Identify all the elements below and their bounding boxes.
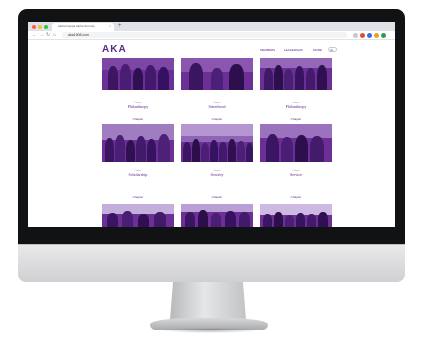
stand-shadow — [160, 328, 260, 333]
photo-caption: Chapter Philanthropy — [102, 102, 174, 109]
monitor-chin — [18, 244, 405, 282]
extension-icon[interactable] — [374, 33, 379, 38]
gallery-photo[interactable] — [181, 204, 253, 227]
gallery-photo[interactable] — [181, 58, 253, 90]
gallery-photo[interactable] — [102, 204, 174, 227]
photo-caption: Chapter Philanthropy — [260, 102, 332, 109]
caption-title[interactable]: Scholarship — [102, 172, 174, 177]
address-bar[interactable]: aka1908.com — [62, 32, 347, 38]
home-icon[interactable]: ⌂ — [53, 32, 56, 39]
extension-icon[interactable] — [353, 33, 358, 38]
row-label: Chapter — [211, 195, 223, 199]
gallery-photo[interactable] — [260, 204, 332, 227]
tab-close-icon[interactable]: × — [109, 24, 111, 28]
nav-more[interactable]: MORE — [313, 48, 322, 52]
browser-toolbar: ← → ↻ ⌂ aka1908.com — [28, 31, 395, 40]
theme-toggle[interactable] — [328, 47, 337, 52]
site-logo[interactable]: AKA — [102, 44, 127, 55]
photo-caption: Chapter Scholarship — [102, 170, 174, 177]
gallery-photo[interactable] — [102, 58, 174, 90]
row-label: Chapter — [132, 117, 144, 121]
gallery-photo[interactable] — [102, 124, 174, 162]
nav-leadership[interactable]: LEADERSHIP — [284, 48, 303, 52]
nav-members[interactable]: MEMBERS — [260, 48, 275, 52]
back-icon[interactable]: ← — [32, 32, 37, 39]
profile-avatar-icon[interactable] — [381, 33, 386, 38]
tab-title: Alpha Kappa Alpha Sorority — [58, 24, 95, 28]
row-label: Chapter — [290, 117, 302, 121]
caption-title[interactable]: Philanthropy — [260, 104, 332, 109]
caption-title[interactable]: Sorority — [181, 172, 253, 177]
maximize-window-icon[interactable] — [44, 25, 48, 29]
url-text: aka1908.com — [68, 33, 90, 37]
extension-icon[interactable] — [367, 33, 372, 38]
gallery-photo[interactable] — [260, 124, 332, 162]
row-label: Chapter — [290, 195, 302, 199]
photo-caption: Chapter Service — [260, 170, 332, 177]
caption-title[interactable]: Philanthropy — [102, 104, 174, 109]
gallery-photo[interactable] — [181, 124, 253, 162]
forward-icon[interactable]: → — [39, 32, 44, 39]
browser-tab[interactable]: Alpha Kappa Alpha Sorority × — [52, 23, 114, 31]
caption-title[interactable]: Service — [260, 172, 332, 177]
row-label: Chapter — [211, 117, 223, 121]
website: AKA MEMBERS LEADERSHIP MORE Chapter Phil… — [28, 40, 395, 227]
reload-icon[interactable]: ↻ — [46, 32, 50, 39]
monitor-stand-neck — [170, 282, 246, 320]
new-tab-icon[interactable]: + — [118, 22, 122, 31]
close-window-icon[interactable] — [32, 25, 36, 29]
screen: Alpha Kappa Alpha Sorority × + ← → ↻ ⌂ a… — [28, 22, 395, 227]
photo-caption: Chapter Sisterhood — [181, 102, 253, 109]
row-label: Chapter — [132, 195, 144, 199]
gallery-photo[interactable] — [260, 58, 332, 90]
browser-tab-bar: Alpha Kappa Alpha Sorority × + — [28, 22, 395, 31]
photo-caption: Chapter Sorority — [181, 170, 253, 177]
extension-icon[interactable] — [360, 33, 365, 38]
minimize-window-icon[interactable] — [38, 25, 42, 29]
caption-title[interactable]: Sisterhood — [181, 104, 253, 109]
